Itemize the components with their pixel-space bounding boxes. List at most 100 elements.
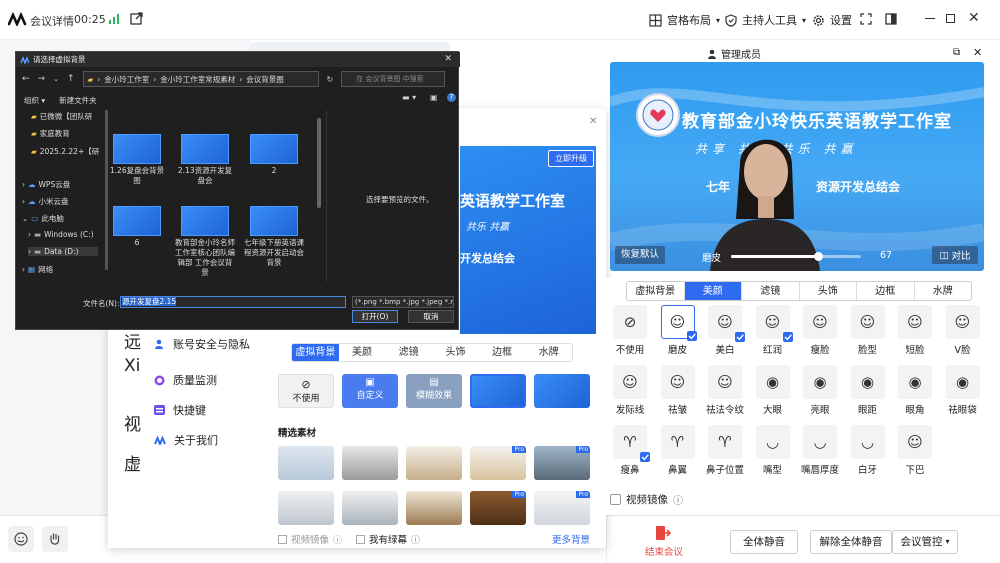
beauty-item[interactable]: ☺ 磨皮 bbox=[656, 305, 700, 356]
file-thumb[interactable] bbox=[181, 134, 229, 164]
bg-custom-option[interactable]: ▣ 自定义 bbox=[342, 374, 398, 408]
file-name[interactable]: 七年级下册英语课程资源开发启动会背景 bbox=[244, 238, 304, 268]
sidebar-toggle-icon[interactable] bbox=[885, 13, 897, 25]
beauty-item[interactable]: ♈ 鼻翼 bbox=[656, 425, 700, 476]
signal-icon[interactable] bbox=[109, 13, 120, 24]
tab-frame[interactable]: 边框 bbox=[479, 344, 526, 361]
end-meeting-button[interactable]: 结束会议 bbox=[606, 516, 720, 563]
file-name[interactable]: 2 bbox=[244, 166, 304, 176]
path-segment[interactable]: 金小玲工作室 bbox=[104, 74, 149, 85]
beauty-item[interactable]: ◉ 祛眼袋 bbox=[941, 365, 985, 416]
tab-frame[interactable]: 边框 bbox=[857, 282, 915, 300]
tab-headwear[interactable]: 头饰 bbox=[800, 282, 857, 300]
tab-beauty[interactable]: 美颜 bbox=[684, 282, 742, 300]
beauty-item[interactable]: ◡ 嘴型 bbox=[751, 425, 795, 476]
path-segment[interactable]: 金小玲工作室常规素材 bbox=[160, 74, 235, 85]
mute-all-button[interactable]: 全体静音 bbox=[730, 530, 798, 554]
featured-thumb[interactable] bbox=[342, 491, 398, 525]
restore-default-button[interactable]: 恢复默认 bbox=[615, 246, 665, 264]
meeting-control-button[interactable]: 会议管控 ▾ bbox=[892, 530, 958, 554]
new-folder-button[interactable]: 新建文件夹 bbox=[59, 95, 97, 106]
file-name[interactable]: 教育部金小玲名师工作室核心团队编辑部 工作会议背景 bbox=[175, 238, 235, 278]
minimize-icon[interactable] bbox=[925, 18, 935, 20]
up-arrow-icon[interactable]: ↑ bbox=[67, 74, 75, 84]
beauty-item[interactable]: ☺ 瘦脸 bbox=[798, 305, 842, 356]
tab-headwear[interactable]: 头饰 bbox=[432, 344, 479, 361]
tab-beauty[interactable]: 美颜 bbox=[339, 344, 386, 361]
bg-thumb-selected[interactable] bbox=[470, 374, 526, 408]
help-icon[interactable]: ? bbox=[447, 93, 456, 102]
address-bar[interactable]: ▰ › 金小玲工作室 › 金小玲工作室常规素材 › 会议背景图 bbox=[82, 71, 319, 87]
path-segment[interactable]: 会议背景图 bbox=[246, 74, 284, 85]
featured-thumb[interactable] bbox=[406, 446, 462, 480]
featured-thumb[interactable]: Pro bbox=[470, 446, 526, 480]
beauty-item[interactable]: ◡ 白牙 bbox=[846, 425, 890, 476]
beauty-item[interactable]: ☺ V脸 bbox=[941, 305, 985, 356]
grid-layout-button[interactable]: 宫格布局 ▾ bbox=[649, 12, 720, 28]
file-thumb[interactable] bbox=[250, 134, 298, 164]
beauty-item[interactable]: ♈ 瘦鼻 bbox=[608, 425, 652, 476]
beauty-item[interactable]: ☺ 美白 bbox=[703, 305, 747, 356]
cancel-button[interactable]: 取消 bbox=[408, 310, 454, 323]
nav-about[interactable]: 关于我们 bbox=[108, 425, 263, 455]
organize-menu[interactable]: 组织 ▾ bbox=[24, 95, 45, 106]
nav-shortcuts[interactable]: 快捷键 bbox=[108, 395, 263, 425]
tab-nameplate[interactable]: 水牌 bbox=[525, 344, 572, 361]
beauty-item[interactable]: ☺ 祛法令纹 bbox=[703, 365, 747, 416]
meeting-details-link[interactable]: 会议详情 bbox=[30, 13, 74, 29]
beauty-item[interactable]: ♈ 鼻子位置 bbox=[703, 425, 747, 476]
beauty-item[interactable]: ◡ 嘴唇厚度 bbox=[798, 425, 842, 476]
sidebar-item-wps[interactable]: › ☁ WPS云盘 bbox=[22, 179, 70, 190]
featured-thumb[interactable] bbox=[278, 491, 334, 525]
emoji-button[interactable] bbox=[8, 526, 34, 552]
fullscreen-icon[interactable] bbox=[860, 13, 872, 25]
greenscreen-checkbox[interactable]: 我有绿幕 ⓘ bbox=[356, 532, 420, 546]
tab-filter[interactable]: 滤镜 bbox=[742, 282, 800, 300]
slider-handle[interactable] bbox=[813, 252, 823, 261]
beauty-item[interactable]: ☺ 下巴 bbox=[893, 425, 937, 476]
more-backgrounds-link[interactable]: 更多背景 bbox=[552, 532, 590, 546]
close-icon[interactable]: ✕ bbox=[968, 11, 980, 25]
upgrade-button[interactable]: 立即升级 bbox=[548, 150, 594, 167]
featured-thumb[interactable]: Pro bbox=[534, 446, 590, 480]
sidebar-item-folder[interactable]: ▰ 家庭教育 bbox=[31, 128, 70, 139]
filename-input[interactable]: 源开发复盘2.15 bbox=[120, 296, 346, 308]
bg-none-option[interactable]: ⊘ 不使用 bbox=[278, 374, 334, 408]
tab-virtual-bg[interactable]: 虚拟背景 bbox=[627, 282, 685, 300]
file-thumb[interactable] bbox=[113, 134, 161, 164]
sidebar-item-drive-c[interactable]: › ▬ Windows (C:) bbox=[28, 230, 94, 239]
beauty-item[interactable]: ☺ 红润 bbox=[751, 305, 795, 356]
forward-arrow-icon[interactable]: → bbox=[38, 74, 46, 84]
beauty-item[interactable]: ⊘ 不使用 bbox=[608, 305, 652, 356]
beauty-item[interactable]: ☺ 发际线 bbox=[608, 365, 652, 416]
nav-quality-monitor[interactable]: 质量监测 bbox=[108, 365, 263, 395]
sidebar-item-network[interactable]: › ▦ 网络 bbox=[22, 264, 53, 275]
file-name[interactable]: 1.26复盘会背景图 bbox=[107, 166, 167, 186]
featured-thumb[interactable] bbox=[406, 491, 462, 525]
settings-button[interactable]: 设置 bbox=[812, 12, 852, 28]
beauty-item[interactable]: ◉ 亮眼 bbox=[798, 365, 842, 416]
featured-thumb[interactable] bbox=[342, 446, 398, 480]
refresh-icon[interactable]: ↻ bbox=[327, 75, 334, 84]
beauty-item[interactable]: ☺ 祛皱 bbox=[656, 365, 700, 416]
popout-icon[interactable]: ⧉ bbox=[953, 47, 960, 58]
maximize-icon[interactable] bbox=[946, 14, 955, 23]
back-arrow-icon[interactable]: ← bbox=[22, 74, 30, 84]
file-dialog-close-icon[interactable]: ✕ bbox=[444, 54, 452, 64]
featured-thumb[interactable]: Pro bbox=[470, 491, 526, 525]
file-name[interactable]: 6 bbox=[107, 238, 167, 248]
compare-button[interactable]: ◫ 对比 bbox=[932, 246, 978, 264]
preview-pane-icon[interactable]: ▣ bbox=[430, 93, 438, 102]
tab-nameplate[interactable]: 水牌 bbox=[915, 282, 972, 300]
panel-close-icon[interactable]: ✕ bbox=[973, 46, 982, 59]
beauty-item[interactable]: ☺ 脸型 bbox=[846, 305, 890, 356]
file-thumb[interactable] bbox=[113, 206, 161, 236]
tab-virtual-bg[interactable]: 虚拟背景 bbox=[292, 344, 339, 361]
view-mode-icon[interactable]: ▬ ▾ bbox=[402, 93, 416, 102]
beauty-mirror-checkbox[interactable]: 视频镜像 ⓘ bbox=[610, 492, 683, 507]
file-search-input[interactable]: 在 会议背景图 中搜索 bbox=[341, 71, 446, 87]
beauty-item[interactable]: ◉ 眼距 bbox=[846, 365, 890, 416]
featured-thumb[interactable]: Pro bbox=[534, 491, 590, 525]
tab-filter[interactable]: 滤镜 bbox=[385, 344, 432, 361]
bg-blur-option[interactable]: ▤ 模糊效果 bbox=[406, 374, 462, 408]
